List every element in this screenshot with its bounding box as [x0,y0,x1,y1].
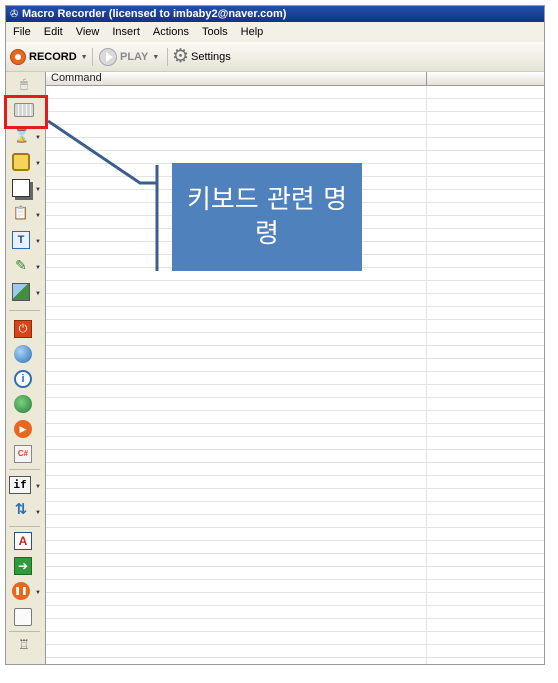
text-icon[interactable]: T [12,231,30,249]
command-sidebar: 🖱 ⌛ ▼ ▼ ▼ 📋 ▼ T ▼ ✎ ▼ ▼ ⏻ i ▶ C# if ▼ ⇅ … [6,72,45,664]
window-icon[interactable] [12,153,30,171]
if-dropdown-icon[interactable]: ▼ [35,484,41,490]
menu-help[interactable]: Help [234,22,270,42]
command-list[interactable]: Command [45,72,544,664]
script-icon[interactable]: C# [14,445,32,463]
mouse-icon[interactable]: 🖱 [15,76,33,94]
globe-icon[interactable] [14,395,32,413]
color-picker-icon[interactable]: ✎ [12,257,30,275]
play-button[interactable]: PLAY ▼ [99,47,159,67]
clipboard-dropdown-icon[interactable]: ▼ [35,213,41,219]
sidebar-separator [9,631,40,632]
record-icon [10,49,26,65]
hourglass-dropdown-icon[interactable]: ▼ [35,135,41,141]
menu-edit[interactable]: Edit [37,22,69,42]
pause-icon[interactable]: ❚❚ [12,582,30,600]
power-icon[interactable]: ⏻ [14,320,32,338]
record-dropdown-icon[interactable]: ▼ [81,54,88,61]
title-bar: ✇ Macro Recorder (licensed to imbaby2@nav… [6,6,544,22]
loop-dropdown-icon[interactable]: ▼ [35,510,41,516]
window-size-icon[interactable] [12,179,30,197]
toolbar-separator [92,48,93,66]
clipboard-icon[interactable]: 📋 [12,205,30,223]
window-title: Macro Recorder (licensed to imbaby2@nave… [22,8,287,20]
if-icon[interactable]: if [9,476,31,494]
window-size-dropdown-icon[interactable]: ▼ [35,187,41,193]
menu-insert[interactable]: Insert [105,22,146,42]
loop-icon[interactable]: ⇅ [12,502,30,520]
app-icon: ✇ [10,9,19,20]
text-dropdown-icon[interactable]: ▼ [35,239,41,245]
gear-icon: ⚙ [172,46,190,67]
play-dropdown-icon[interactable]: ▼ [152,54,159,61]
menu-bar: File Edit View Insert Actions Tools Help [6,22,544,42]
menu-view[interactable]: View [69,22,106,42]
menu-actions[interactable]: Actions [146,22,195,42]
message-icon[interactable] [14,608,32,626]
web-icon[interactable] [14,345,32,363]
menu-file[interactable]: File [6,22,37,42]
sidebar-separator [9,310,40,311]
image-dropdown-icon[interactable]: ▼ [35,291,41,297]
pause-dropdown-icon[interactable]: ▼ [35,590,41,596]
macro-recorder-window: ✇ Macro Recorder (licensed to imbaby2@nav… [5,5,545,665]
callout-text: 키보드 관련 명령 [186,185,348,249]
sidebar-separator [9,526,40,527]
record-button[interactable]: RECORD ▼ [10,47,88,67]
image-icon[interactable] [12,283,30,301]
menu-tools[interactable]: Tools [195,22,234,42]
variable-icon[interactable]: ♖ [15,637,33,655]
record-label: RECORD [29,51,77,63]
toolbar: RECORD ▼ PLAY ▼ ⚙ Settings [6,42,544,72]
column-header-command[interactable]: Command [46,72,427,86]
play-icon [99,48,117,66]
hourglass-icon[interactable]: ⌛ [13,128,31,146]
column-header-blank[interactable] [427,72,544,86]
toolbar-separator [167,48,168,66]
label-icon[interactable]: A [14,532,32,550]
play-label: PLAY [120,51,149,63]
sidebar-separator [9,469,40,470]
play-icon[interactable]: ▶ [14,420,32,438]
color-picker-dropdown-icon[interactable]: ▼ [35,265,41,271]
window-dropdown-icon[interactable]: ▼ [35,161,41,167]
callout-box: 키보드 관련 명령 [172,163,362,271]
settings-button[interactable]: ⚙ Settings [172,47,231,67]
info-icon[interactable]: i [14,370,32,388]
keyboard-highlight-box [4,95,48,129]
goto-icon[interactable]: ➔ [14,557,32,575]
settings-label: Settings [191,51,231,63]
